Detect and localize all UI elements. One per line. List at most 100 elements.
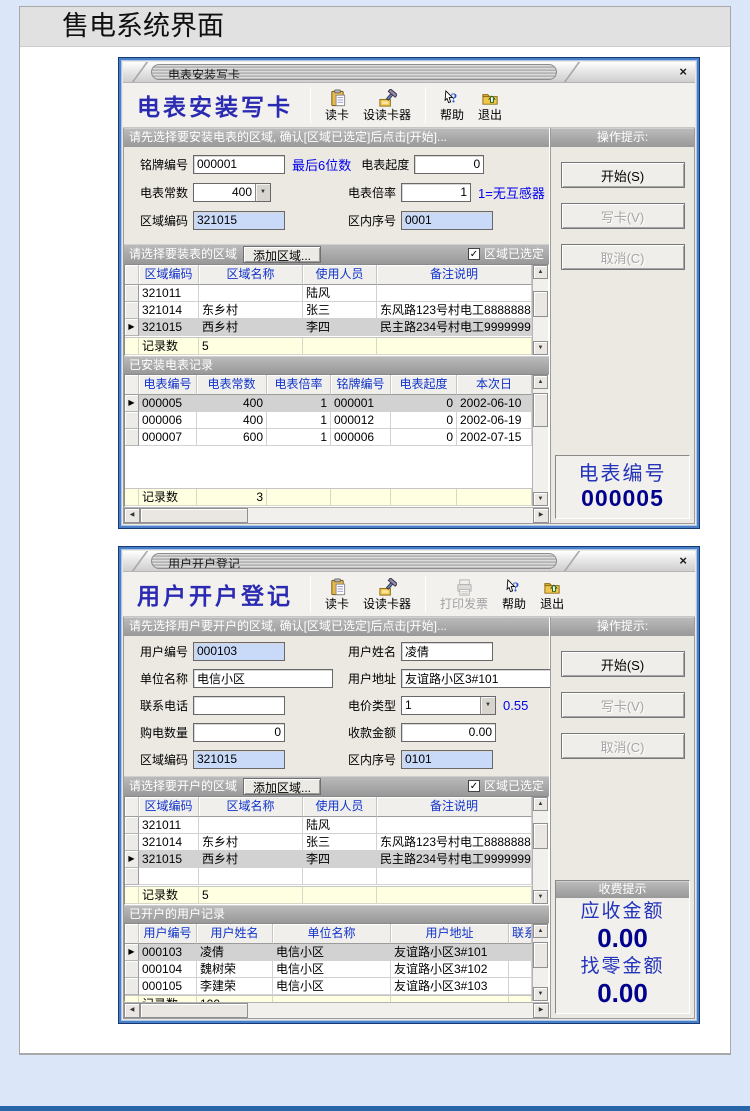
table-row-empty[interactable] <box>125 868 532 885</box>
read-card-button[interactable]: 读卡 <box>318 577 356 612</box>
set-reader-button[interactable]: 设读卡器 <box>356 577 418 612</box>
scrollbar-thumb[interactable] <box>140 1003 248 1018</box>
scroll-down-button[interactable]: ▼ <box>533 341 548 355</box>
vertical-scrollbar[interactable]: ▲ ▼ <box>532 924 548 1001</box>
col-date[interactable]: 本次日 <box>457 375 532 395</box>
unit-name-input[interactable] <box>193 669 333 688</box>
scroll-up-button[interactable]: ▲ <box>533 265 548 279</box>
start-reading-input[interactable] <box>414 155 484 174</box>
col-address[interactable]: 用户地址 <box>391 924 509 944</box>
scroll-up-button[interactable]: ▲ <box>533 924 548 938</box>
col-nameplate[interactable]: 铭牌编号 <box>331 375 391 395</box>
region-selected-checkbox[interactable]: ✓ <box>468 248 480 260</box>
row-selector[interactable] <box>125 412 139 429</box>
col-person[interactable]: 使用人员 <box>303 797 377 817</box>
col-unit-name[interactable]: 单位名称 <box>273 924 391 944</box>
table-row[interactable]: 321011 陆风 <box>125 817 532 834</box>
scroll-down-button[interactable]: ▼ <box>533 987 548 1001</box>
table-row[interactable]: 321011 陆风 <box>125 285 532 302</box>
scroll-up-button[interactable]: ▲ <box>533 797 548 811</box>
titlebar[interactable]: 电表安装写卡 × <box>123 62 695 83</box>
cancel-button[interactable]: 取消(C) <box>561 733 685 759</box>
row-selector[interactable] <box>125 961 139 978</box>
quantity-input[interactable] <box>193 723 285 742</box>
ratio-input[interactable] <box>401 183 471 202</box>
table-row-selected[interactable]: ▶ 321015 西乡村 李四 民主路234号村电工99999999 <box>125 319 532 336</box>
set-reader-button[interactable]: 设读卡器 <box>356 88 418 123</box>
col-region-name[interactable]: 区域名称 <box>199 265 303 285</box>
table-row[interactable]: 000105 李建荣 电信小区 友谊路小区3#103 <box>125 978 532 995</box>
col-meter-ratio[interactable]: 电表倍率 <box>267 375 331 395</box>
vertical-scrollbar[interactable]: ▲ ▼ <box>532 797 548 904</box>
row-selector[interactable] <box>125 978 139 995</box>
add-region-button[interactable]: 添加区域... <box>243 246 321 263</box>
vertical-scrollbar[interactable]: ▲ ▼ <box>532 375 548 506</box>
combo-arrow-icon[interactable]: ▼ <box>480 697 495 714</box>
table-row[interactable]: 000007 600 1 000006 0 2002-07-15 <box>125 429 532 446</box>
scroll-up-button[interactable]: ▲ <box>533 375 548 389</box>
phone-input[interactable] <box>193 696 285 715</box>
current-row-pointer-icon[interactable]: ▶ <box>125 944 139 961</box>
write-card-button[interactable]: 写卡(V) <box>561 203 685 229</box>
nameplate-input[interactable] <box>193 155 285 174</box>
start-button[interactable]: 开始(S) <box>561 162 685 188</box>
horizontal-scrollbar[interactable]: ◀ ▶ <box>124 1002 549 1018</box>
col-note[interactable]: 备注说明 <box>377 265 532 285</box>
table-row-selected[interactable]: ▶ 000103 凌倩 电信小区 友谊路小区3#101 <box>125 944 532 961</box>
row-selector[interactable] <box>125 868 139 885</box>
close-icon[interactable]: × <box>679 64 687 79</box>
col-contact[interactable]: 联系 <box>509 924 532 944</box>
col-meter-no[interactable]: 电表编号 <box>139 375 197 395</box>
exit-button[interactable]: 退出 <box>471 88 509 123</box>
current-row-pointer-icon[interactable]: ▶ <box>125 395 139 412</box>
user-name-input[interactable] <box>401 642 493 661</box>
current-row-pointer-icon[interactable]: ▶ <box>125 319 139 336</box>
scroll-right-button[interactable]: ▶ <box>533 1003 549 1018</box>
address-input[interactable] <box>401 669 551 688</box>
table-row[interactable]: 000104 魏树荣 电信小区 友谊路小区3#102 <box>125 961 532 978</box>
add-region-button[interactable]: 添加区域... <box>243 778 321 795</box>
row-selector[interactable] <box>125 285 139 302</box>
read-card-button[interactable]: 读卡 <box>318 88 356 123</box>
scrollbar-thumb[interactable] <box>533 823 548 849</box>
col-meter-constant[interactable]: 电表常数 <box>197 375 267 395</box>
col-region-name[interactable]: 区域名称 <box>199 797 303 817</box>
row-selector[interactable] <box>125 429 139 446</box>
scroll-down-button[interactable]: ▼ <box>533 890 548 904</box>
col-start-reading[interactable]: 电表起度 <box>391 375 457 395</box>
scrollbar-thumb[interactable] <box>140 508 248 523</box>
region-selected-checkbox[interactable]: ✓ <box>468 780 480 792</box>
selector-header[interactable] <box>125 797 139 817</box>
col-region-code[interactable]: 区域编码 <box>139 265 199 285</box>
col-user-name[interactable]: 用户姓名 <box>197 924 273 944</box>
selector-header[interactable] <box>125 924 139 944</box>
table-row[interactable]: 321014 东乡村 张三 东风路123号村电工88888888 <box>125 302 532 319</box>
print-invoice-button[interactable]: 打印发票 <box>433 577 495 612</box>
scrollbar-thumb[interactable] <box>533 942 548 968</box>
constant-combobox[interactable]: 400 ▼ <box>193 183 271 202</box>
horizontal-scrollbar[interactable]: ◀ ▶ <box>124 507 549 523</box>
scroll-down-button[interactable]: ▼ <box>533 492 548 506</box>
row-selector[interactable] <box>125 817 139 834</box>
selector-header[interactable] <box>125 265 139 285</box>
price-type-combobox[interactable]: 1 ▼ <box>401 696 496 715</box>
scroll-right-button[interactable]: ▶ <box>533 508 549 523</box>
help-button[interactable]: ? 帮助 <box>495 577 533 612</box>
table-row-selected[interactable]: ▶ 321015 西乡村 李四 民主路234号村电工99999999 <box>125 851 532 868</box>
col-note[interactable]: 备注说明 <box>377 797 532 817</box>
titlebar[interactable]: 用户开户登记 × <box>123 551 695 572</box>
amount-input[interactable] <box>401 723 496 742</box>
scroll-left-button[interactable]: ◀ <box>124 508 140 523</box>
cancel-button[interactable]: 取消(C) <box>561 244 685 270</box>
col-region-code[interactable]: 区域编码 <box>139 797 199 817</box>
close-icon[interactable]: × <box>679 553 687 568</box>
row-selector[interactable] <box>125 302 139 319</box>
row-selector[interactable] <box>125 834 139 851</box>
exit-button[interactable]: 退出 <box>533 577 571 612</box>
scrollbar-thumb[interactable] <box>533 291 548 317</box>
col-user-no[interactable]: 用户编号 <box>139 924 197 944</box>
current-row-pointer-icon[interactable]: ▶ <box>125 851 139 868</box>
help-button[interactable]: ? 帮助 <box>433 88 471 123</box>
scroll-left-button[interactable]: ◀ <box>124 1003 140 1018</box>
table-row[interactable]: 000006 400 1 000012 0 2002-06-19 <box>125 412 532 429</box>
